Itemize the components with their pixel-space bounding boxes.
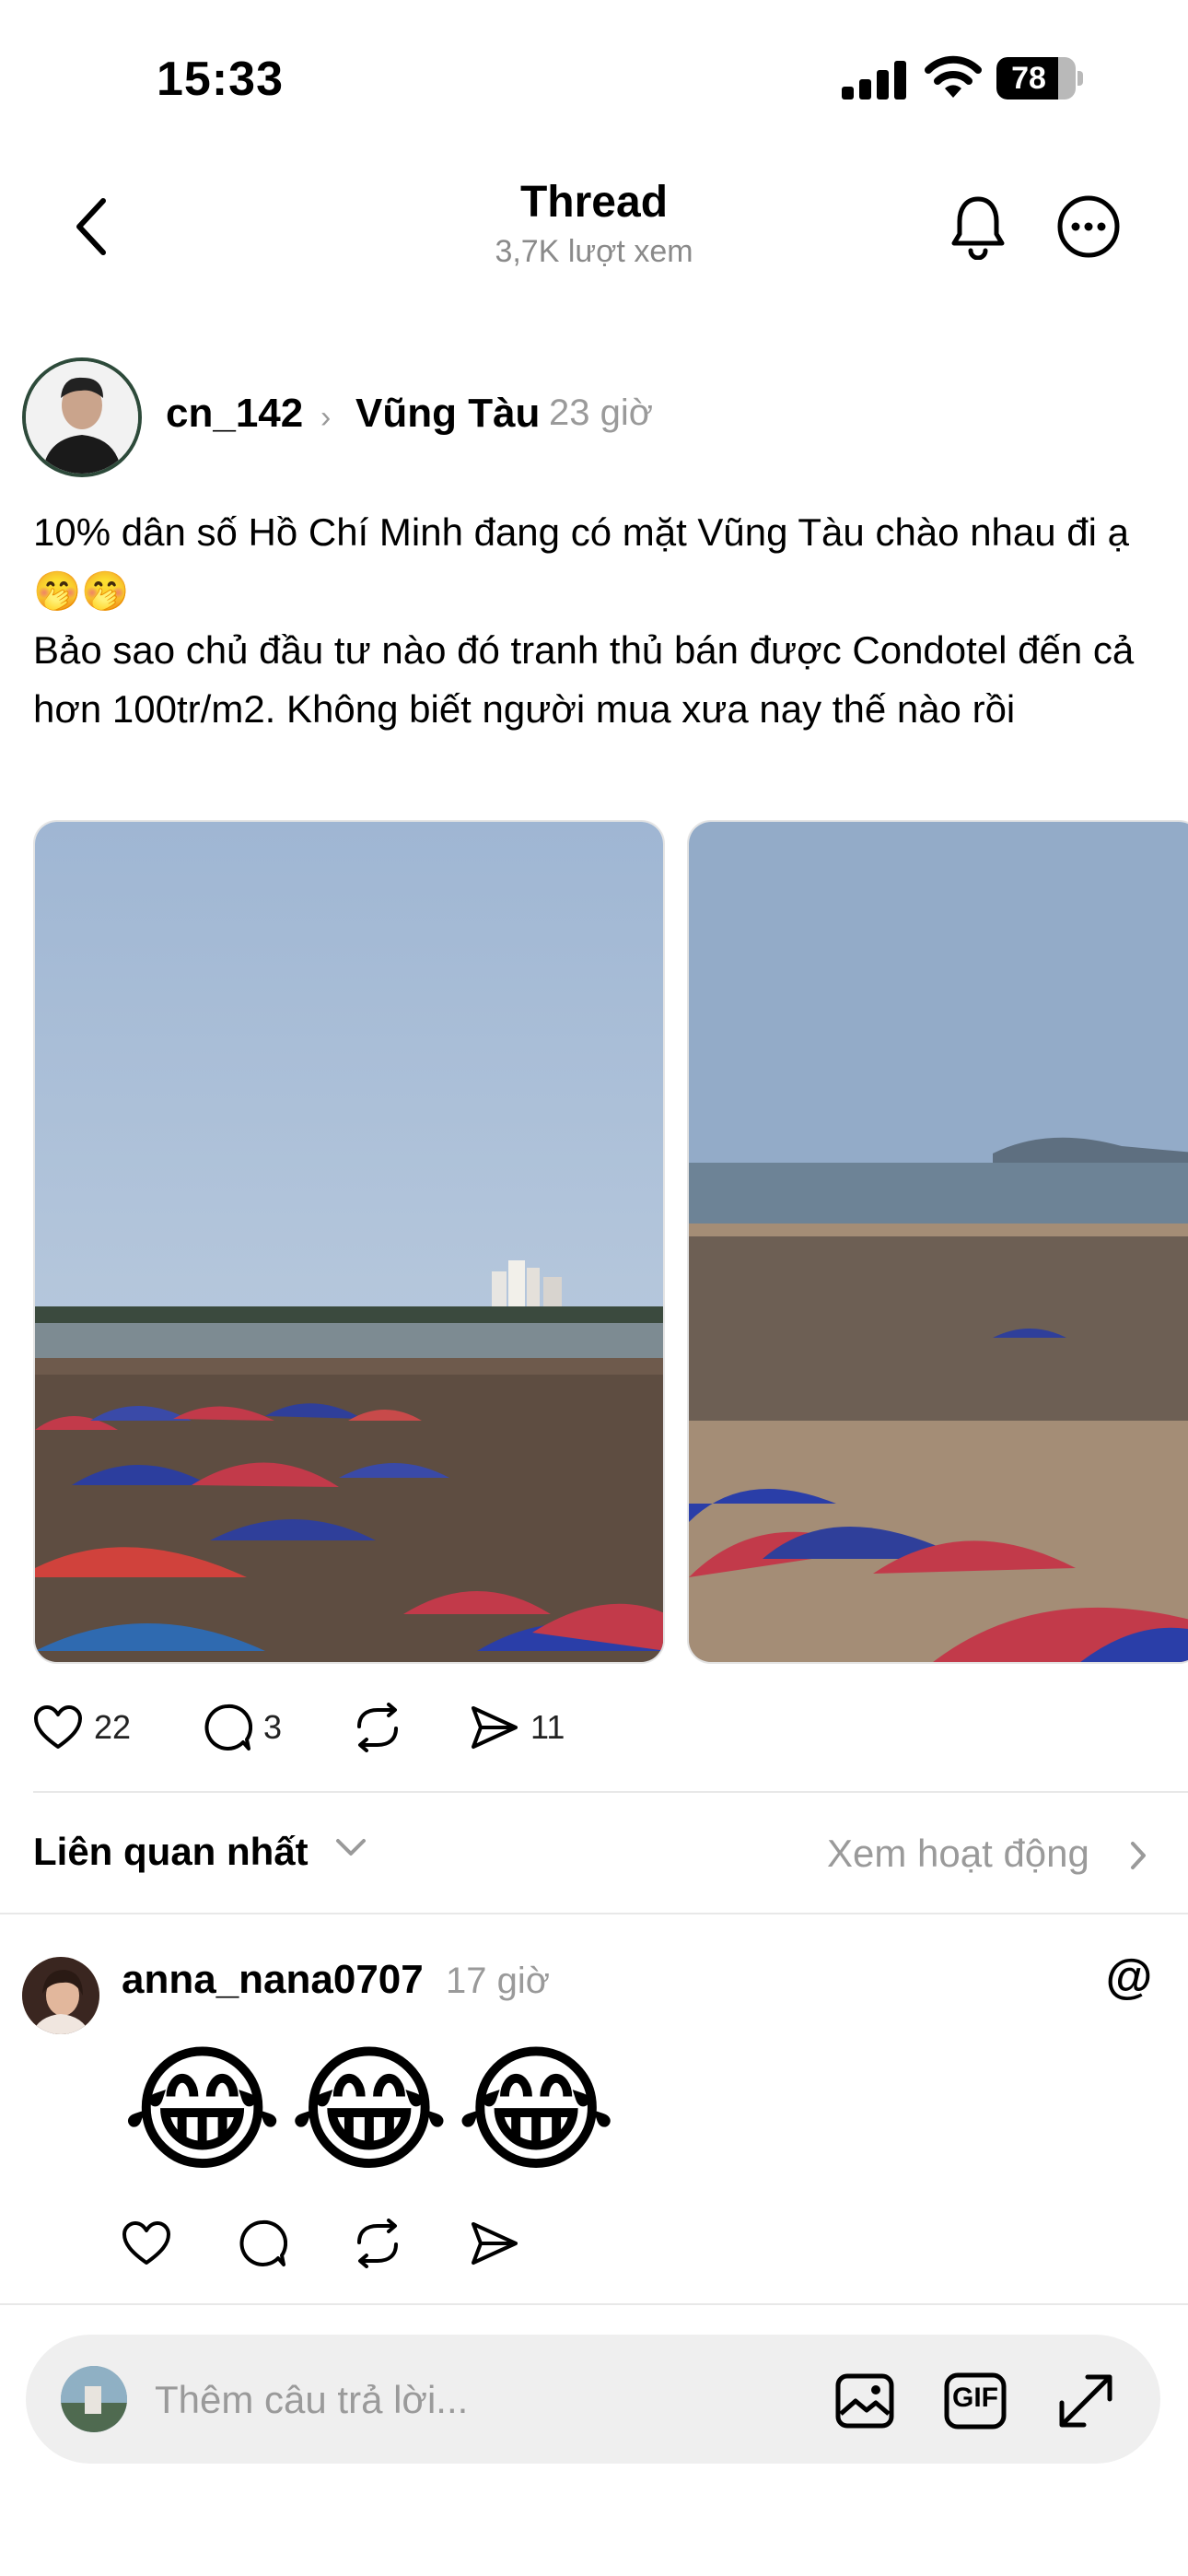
divider (0, 1913, 1188, 1914)
heart-icon (34, 1705, 82, 1749)
heart-icon[interactable] (122, 2220, 171, 2266)
commenter-avatar[interactable] (22, 1957, 99, 2034)
commenter-name[interactable]: anna_nana0707 (122, 1957, 424, 2003)
sort-selector[interactable]: Liên quan nhất (33, 1830, 309, 1874)
chevron-right-icon (1131, 1842, 1146, 1869)
comment-icon[interactable] (238, 2219, 287, 2268)
share-button[interactable]: 11 (470, 1695, 565, 1760)
repost-button[interactable] (352, 1695, 403, 1760)
post-text-line: 10% dân số Hồ Chí Minh đang có mặt Vũng … (33, 510, 1130, 613)
gif-button[interactable]: GIF (943, 2370, 1007, 2432)
repost-icon[interactable] (352, 2219, 403, 2268)
expand-button[interactable] (1054, 2370, 1118, 2432)
my-avatar (61, 2366, 127, 2432)
wifi-icon (925, 55, 982, 101)
reply-bar: GIF (26, 2335, 1160, 2464)
reply-input[interactable] (155, 2368, 726, 2432)
more-icon (1057, 195, 1120, 258)
status-time: 15:33 (157, 53, 284, 106)
bell-icon (951, 196, 1005, 260)
comment-actions (122, 2211, 674, 2276)
share-icon[interactable] (470, 2220, 519, 2266)
chevron-down-icon[interactable] (335, 1837, 367, 1857)
post-location[interactable]: Vũng Tàu (355, 391, 540, 437)
post-image-2[interactable] (687, 820, 1188, 1664)
divider (0, 2303, 1188, 2305)
like-count: 22 (94, 1708, 132, 1746)
author-name[interactable]: cn_142 (166, 391, 303, 437)
comment-text: 😂😂😂 (122, 2032, 623, 2187)
post-header: cn_142 › Vũng Tàu 23 giờ (0, 350, 1188, 479)
comment-count: 3 (263, 1708, 283, 1746)
comment-time: 17 giờ (446, 1961, 550, 2001)
signal-icon (842, 61, 908, 100)
comment: anna_nana0707 17 giờ @ 😂😂😂 (0, 1935, 1188, 2285)
image-icon (835, 2373, 894, 2429)
expand-icon (1059, 2374, 1112, 2428)
post-text: 10% dân số Hồ Chí Minh đang có mặt Vũng … (33, 503, 1157, 739)
repost-icon (357, 1703, 398, 1752)
battery-icon: 78 (996, 57, 1083, 100)
view-activity-link[interactable]: Xem hoạt động (827, 1832, 1089, 1876)
attach-image-button[interactable] (833, 2370, 897, 2432)
comment-button[interactable]: 3 (203, 1695, 282, 1760)
notifications-button[interactable] (945, 190, 1011, 263)
post-time: 23 giờ (549, 392, 653, 433)
post-image-1[interactable] (33, 820, 665, 1664)
divider (33, 1791, 1188, 1793)
status-bar: 15:33 78 (0, 0, 1188, 157)
post-actions: 22 3 11 (0, 1695, 1188, 1760)
post-text-line: Bảo sao chủ đầu tư nào đó tranh thủ bán … (33, 628, 1135, 731)
comment-icon (204, 1704, 252, 1751)
gif-label: GIF (952, 2383, 998, 2413)
share-icon (472, 1706, 518, 1749)
threads-icon[interactable]: @ (1101, 1950, 1157, 2005)
chevron-right-icon: › (320, 400, 332, 435)
share-count: 11 (530, 1708, 565, 1746)
more-options-button[interactable] (1055, 193, 1122, 260)
sort-row: Liên quan nhất Xem hoạt động (0, 1824, 1188, 1885)
battery-label: 78 (1011, 61, 1046, 96)
like-button[interactable]: 22 (33, 1695, 131, 1760)
header: Thread 3,7K lượt xem (0, 157, 1188, 295)
author-avatar[interactable] (22, 357, 142, 477)
